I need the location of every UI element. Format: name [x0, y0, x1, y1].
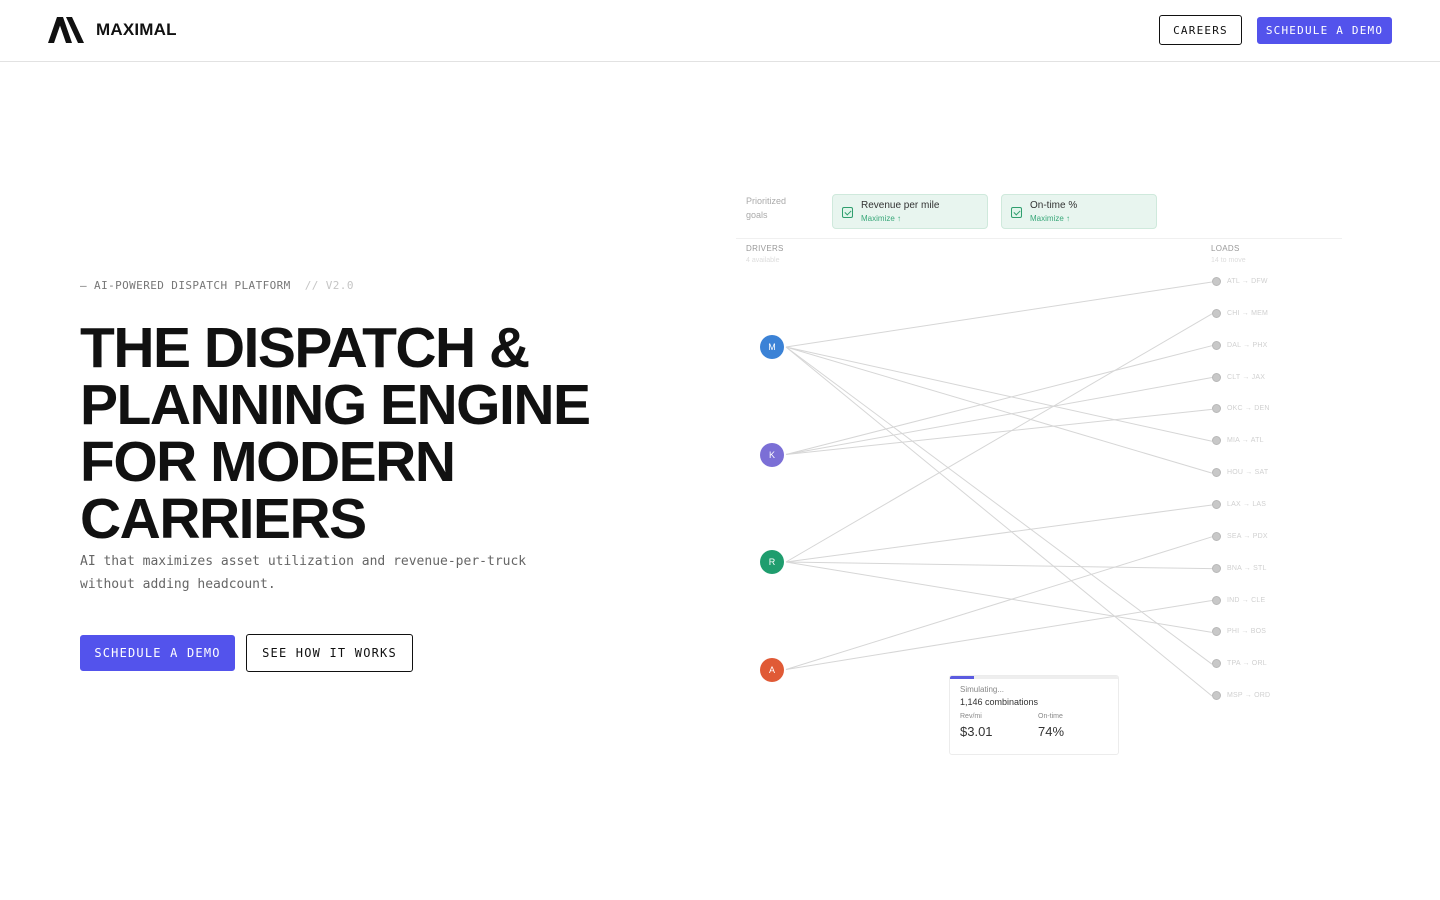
careers-button[interactable]: CAREERS: [1159, 15, 1242, 45]
driver-avatar-a[interactable]: A: [756, 653, 788, 686]
simulation-status: Simulating...: [960, 685, 1005, 694]
load-dot-icon: [1212, 372, 1221, 382]
load-route: OKC → DEN: [1227, 405, 1270, 413]
assignment-edge: [785, 346, 1213, 697]
load-route: TPA → ORL: [1227, 660, 1267, 668]
load-item[interactable]: OKC → DEN: [1212, 404, 1270, 414]
load-route: MIA → ATL: [1227, 437, 1264, 445]
brand-name: MAXIMAL: [96, 20, 177, 39]
load-dot-icon: [1212, 468, 1221, 478]
subtitle-line-2: without adding headcount.: [80, 577, 276, 592]
load-item[interactable]: CLT → JAX: [1212, 372, 1266, 382]
hero-eyebrow: — AI-POWERED DISPATCH PLATFORM // V2.0: [80, 279, 354, 292]
load-dot-icon: [1212, 691, 1221, 701]
driver-avatar-k[interactable]: K: [756, 438, 788, 471]
load-dot-icon: [1212, 531, 1221, 541]
load-item[interactable]: MIA → ATL: [1212, 436, 1264, 446]
load-route: SEA → PDX: [1227, 532, 1268, 540]
ontime-label: On-time: [1038, 713, 1063, 720]
ontime-value: 74%: [1038, 724, 1065, 739]
schedule-demo-button[interactable]: SCHEDULE A DEMO: [80, 635, 235, 671]
load-route: IND → CLE: [1227, 596, 1266, 604]
load-route: ATL → DFW: [1227, 278, 1268, 285]
hero-headline: THE DISPATCH & PLANNING ENGINE FOR MODER…: [80, 320, 640, 548]
load-dot-icon: [1212, 627, 1221, 637]
eyebrow-text: — AI-POWERED DISPATCH PLATFORM: [80, 279, 291, 292]
load-item[interactable]: HOU → SAT: [1212, 468, 1269, 478]
load-item[interactable]: SEA → PDX: [1212, 531, 1268, 541]
load-item[interactable]: ATL → DFW: [1212, 277, 1268, 286]
simulation-progress-fill: [950, 676, 974, 679]
load-dot-icon: [1212, 308, 1221, 318]
site-header: MAXIMAL CAREERS SCHEDULE A DEMO: [0, 0, 1440, 62]
load-dot-icon: [1212, 436, 1221, 446]
load-item[interactable]: TPA → ORL: [1212, 659, 1267, 669]
load-item[interactable]: LAX → LAS: [1212, 499, 1267, 509]
driver-avatar-m[interactable]: M: [756, 331, 788, 363]
load-route: LAX → LAS: [1227, 500, 1267, 508]
assignment-edge: [785, 346, 1213, 474]
assignment-edge: [785, 600, 1213, 670]
driver-avatar-r[interactable]: R: [756, 546, 788, 578]
load-dot-icon: [1212, 499, 1221, 509]
load-dot-icon: [1212, 340, 1221, 350]
rev-label: Rev/mi: [960, 713, 982, 720]
load-item[interactable]: CHI → MEM: [1212, 308, 1269, 318]
headline-line-3: FOR MODERN: [80, 430, 456, 494]
assignment-edge: [785, 561, 1213, 633]
load-item[interactable]: BNA → STL: [1212, 563, 1267, 573]
load-item[interactable]: IND → CLE: [1212, 595, 1266, 605]
load-route: CHI → MEM: [1227, 309, 1269, 317]
simulation-card: Simulating... 1,146 combinations Rev/mi …: [949, 675, 1119, 755]
load-dot-icon: [1212, 563, 1221, 573]
assignment-edge: [785, 561, 1213, 570]
load-route: DAL → PHX: [1227, 341, 1268, 349]
headline-line-4: CARRIERS: [80, 487, 367, 551]
version-tag: // V2.0: [304, 279, 354, 292]
schedule-demo-nav-button[interactable]: SCHEDULE A DEMO: [1257, 17, 1392, 44]
load-route: CLT → JAX: [1227, 373, 1266, 381]
dispatch-visual: Prioritized goals Revenue per mile Maxim…: [736, 185, 1346, 765]
assignment-edge: [785, 536, 1213, 670]
load-dot-icon: [1212, 659, 1221, 669]
headline-line-2: PLANNING ENGINE: [80, 373, 591, 437]
load-dot-icon: [1212, 595, 1221, 605]
load-route: PHI → BOS: [1227, 628, 1267, 636]
hero-subtitle: AI that maximizes asset utilization and …: [80, 550, 580, 596]
load-route: MSP → ORD: [1227, 692, 1271, 700]
rev-value: $3.01: [960, 724, 993, 739]
subtitle-line-1: AI that maximizes asset utilization and …: [80, 554, 527, 569]
assignment-edge: [785, 504, 1213, 563]
headline-line-1: THE DISPATCH &: [80, 316, 530, 380]
assignment-edge: [785, 281, 1213, 348]
load-item[interactable]: DAL → PHX: [1212, 340, 1268, 350]
load-dot-icon: [1212, 404, 1221, 414]
brand-logo[interactable]: MAXIMAL: [48, 17, 177, 43]
load-route: HOU → SAT: [1227, 469, 1269, 477]
load-route: BNA → STL: [1227, 564, 1267, 572]
simulation-progress-bar: [950, 676, 1118, 679]
load-item[interactable]: MSP → ORD: [1212, 691, 1271, 701]
simulation-combinations: 1,146 combinations: [960, 697, 1039, 707]
load-dot-icon: [1212, 277, 1221, 286]
see-how-it-works-button[interactable]: SEE HOW IT WORKS: [246, 634, 413, 672]
load-item[interactable]: PHI → BOS: [1212, 627, 1267, 637]
maximal-logo-icon: [48, 17, 84, 43]
